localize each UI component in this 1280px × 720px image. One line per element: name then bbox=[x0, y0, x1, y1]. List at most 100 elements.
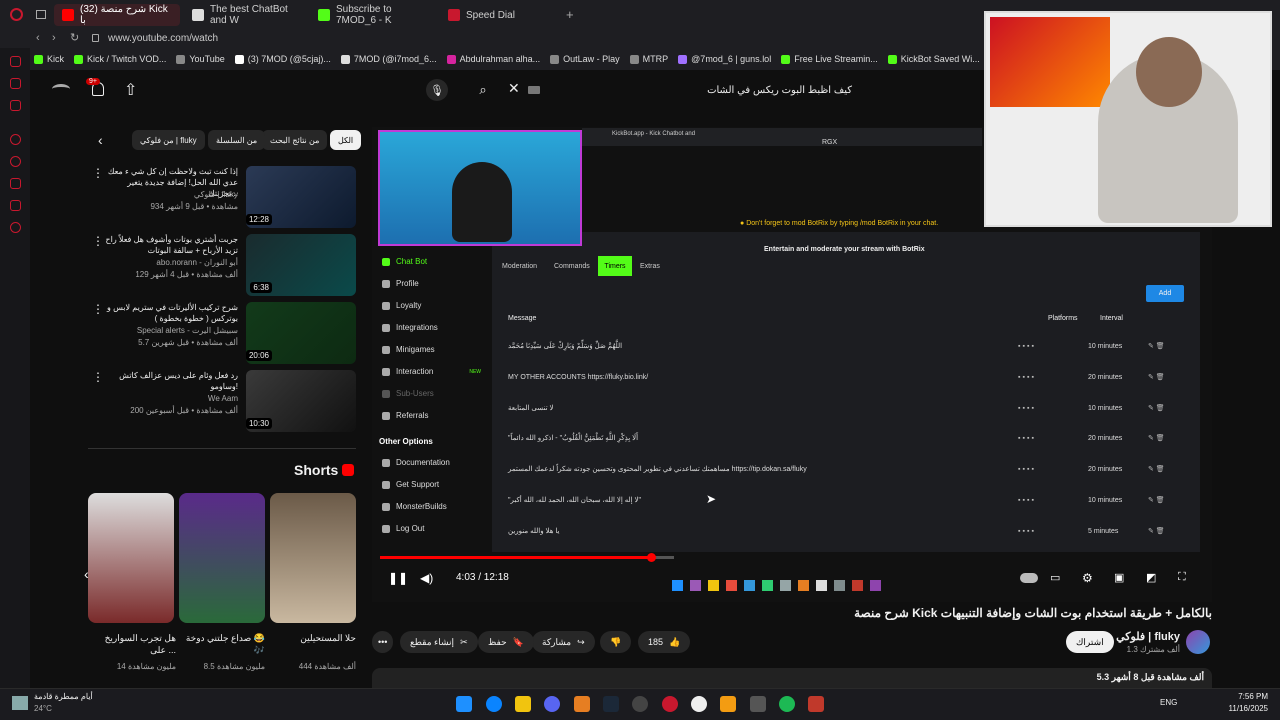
opera-icon[interactable] bbox=[662, 696, 678, 712]
short-title[interactable]: هل تجرب السواريخ على ... bbox=[90, 632, 176, 656]
new-tab-icon[interactable]: + bbox=[566, 7, 574, 22]
app-icon[interactable] bbox=[720, 696, 736, 712]
sidebar-item-loyalty[interactable]: Loyalty bbox=[382, 301, 421, 310]
sidebar-item-get-support[interactable]: Get Support bbox=[382, 480, 439, 489]
autoplay-toggle[interactable] bbox=[1020, 573, 1038, 583]
extensions-icon[interactable] bbox=[10, 200, 21, 211]
recommendation-item[interactable]: جربت أشتري بوتات وأشوف هل فعلاً راح تزيد… bbox=[92, 234, 356, 296]
sidebar-item-sub-users[interactable]: Sub-Users bbox=[382, 389, 434, 398]
subscribe-button[interactable]: اشتراك bbox=[1066, 631, 1114, 653]
bookmark-item[interactable]: OutLaw - Play bbox=[550, 54, 620, 64]
search-icon[interactable]: ⌕ bbox=[472, 79, 494, 101]
like-button[interactable]: 185 👍 bbox=[638, 631, 691, 653]
tab-menu-icon[interactable] bbox=[36, 10, 46, 19]
tab-timers[interactable]: Timers bbox=[598, 256, 632, 276]
sidebar-item-chat-bot[interactable]: Chat Bot bbox=[382, 257, 427, 266]
short-thumbnail[interactable] bbox=[270, 493, 356, 623]
chip-all[interactable]: الكل bbox=[330, 130, 362, 150]
microphone-icon[interactable]: 🎙 bbox=[426, 79, 448, 101]
player-icon[interactable] bbox=[10, 134, 21, 145]
clock-date[interactable]: 11/16/2025 bbox=[1222, 704, 1268, 713]
tab-extras[interactable]: Extras bbox=[640, 263, 660, 270]
app-icon[interactable] bbox=[808, 696, 824, 712]
bookmark-item[interactable]: MTRP bbox=[629, 54, 668, 64]
app-icon[interactable] bbox=[574, 696, 590, 712]
account-icon[interactable] bbox=[52, 84, 70, 94]
edit-delete-icons[interactable]: ✎ 🗑 bbox=[1148, 434, 1188, 442]
messenger-icon[interactable] bbox=[10, 78, 21, 89]
whatsapp-icon[interactable] bbox=[10, 100, 21, 111]
steam-icon[interactable] bbox=[603, 696, 619, 712]
more-actions-button[interactable]: ••• bbox=[372, 631, 394, 653]
settings-icon[interactable] bbox=[10, 222, 21, 233]
edit-delete-icons[interactable]: ✎ 🗑 bbox=[1148, 404, 1188, 412]
more-options-icon[interactable]: ⋮ bbox=[92, 370, 104, 384]
settings-icon[interactable]: ⚙ bbox=[1082, 571, 1096, 585]
subtitles-icon[interactable]: ▭ bbox=[1050, 571, 1064, 584]
share-button[interactable]: مشاركة ↪ bbox=[532, 631, 595, 653]
tab-botrix[interactable]: The best ChatBot and W bbox=[184, 4, 308, 26]
tab-moderation[interactable]: Moderation bbox=[502, 263, 537, 270]
more-options-icon[interactable]: ⋮ bbox=[92, 234, 104, 248]
edge-icon[interactable] bbox=[486, 696, 502, 712]
chip-search-results[interactable]: من نتائج البحث bbox=[262, 130, 328, 150]
edit-delete-icons[interactable]: ✎ 🗑 bbox=[1148, 496, 1188, 504]
tab-speed-dial[interactable]: Speed Dial bbox=[440, 4, 560, 26]
sidebar-item-documentation[interactable]: Documentation bbox=[382, 458, 450, 467]
fullscreen-icon[interactable]: ⛶ bbox=[1178, 571, 1192, 583]
upload-icon[interactable]: ⇧ bbox=[124, 80, 137, 100]
edit-delete-icons[interactable]: ✎ 🗑 bbox=[1148, 465, 1188, 473]
clock-time[interactable]: 7:56 PM bbox=[1222, 692, 1268, 701]
sidebar-item-integrations[interactable]: Integrations bbox=[382, 323, 438, 332]
shorts-scroll-left-icon[interactable]: ‹ bbox=[84, 566, 89, 582]
more-options-icon[interactable]: ⋮ bbox=[92, 166, 104, 180]
reload-icon[interactable]: ↻ bbox=[70, 31, 79, 44]
sidebar-item-referrals[interactable]: Referrals bbox=[382, 411, 428, 420]
tab-commands[interactable]: Commands bbox=[554, 263, 590, 270]
weather-icon[interactable] bbox=[12, 696, 28, 710]
short-title[interactable]: صداع جلتني دوخة 😂🎶 bbox=[179, 632, 265, 656]
edit-delete-icons[interactable]: ✎ 🗑 bbox=[1148, 342, 1188, 350]
language-indicator[interactable]: ENG bbox=[1160, 698, 1177, 707]
pause-icon[interactable]: ❚❚ bbox=[388, 571, 408, 585]
dislike-button[interactable]: 👎 bbox=[600, 631, 632, 653]
sidebar-item-minigames[interactable]: Minigames bbox=[382, 345, 435, 354]
sidebar-item-profile[interactable]: Profile bbox=[382, 279, 419, 288]
bookmark-item[interactable]: Kick bbox=[34, 54, 64, 64]
clip-button[interactable]: إنشاء مقطع ✂ bbox=[400, 631, 478, 653]
channel-name[interactable]: فلوكي | fluky bbox=[1110, 630, 1180, 643]
sidebar-item-log-out[interactable]: Log Out bbox=[382, 524, 424, 533]
miniplayer-icon[interactable]: ▣ bbox=[1114, 571, 1128, 584]
app-icon[interactable] bbox=[750, 696, 766, 712]
obs-icon[interactable] bbox=[632, 696, 648, 712]
short-title[interactable]: حلا المستحيلين bbox=[270, 632, 356, 644]
bookmark-item[interactable]: Abdulrahman alha... bbox=[446, 54, 540, 64]
history-icon[interactable] bbox=[10, 156, 21, 167]
bookmark-item[interactable]: Kick / Twitch VOD... bbox=[74, 54, 166, 64]
chip-channel[interactable]: من فلوكي | fluky bbox=[132, 130, 205, 150]
edit-delete-icons[interactable]: ✎ 🗑 bbox=[1148, 373, 1188, 381]
bookmark-item[interactable]: KickBot Saved Wi... bbox=[887, 54, 980, 64]
app-icon[interactable] bbox=[691, 696, 707, 712]
url-text[interactable]: www.youtube.com/watch bbox=[108, 33, 218, 44]
cast-icon[interactable]: ◩ bbox=[1146, 571, 1160, 584]
start-icon[interactable] bbox=[456, 696, 472, 712]
volume-icon[interactable]: ◀) bbox=[420, 571, 434, 585]
recommendation-item[interactable]: شرح تركيب الأليرتات في ستريم لابس و بوتر… bbox=[92, 302, 356, 364]
add-timer-button[interactable]: Add bbox=[1146, 285, 1184, 302]
sidebar-item-interaction[interactable]: Interaction NEW bbox=[382, 367, 481, 376]
back-icon[interactable]: ‹ bbox=[36, 32, 40, 44]
aria-icon[interactable] bbox=[10, 56, 21, 67]
file-explorer-icon[interactable] bbox=[515, 696, 531, 712]
sidebar-item-monsterbuilds[interactable]: MonsterBuilds bbox=[382, 502, 447, 511]
bookmark-item[interactable]: @7mod_6 | guns.lol bbox=[678, 54, 771, 64]
bookmark-item[interactable]: YouTube bbox=[176, 54, 225, 64]
spotify-icon[interactable] bbox=[779, 696, 795, 712]
opera-logo-icon[interactable] bbox=[10, 8, 23, 21]
channel-avatar[interactable] bbox=[1186, 630, 1210, 654]
short-thumbnail[interactable] bbox=[179, 493, 265, 623]
clear-search-icon[interactable]: ✕ bbox=[508, 80, 520, 97]
edit-delete-icons[interactable]: ✎ 🗑 bbox=[1148, 527, 1188, 535]
recommendation-item[interactable]: إذا كنت تبث ولاحظت إن كل شي ء معك عدي ال… bbox=[92, 166, 356, 228]
search-input[interactable]: كيف اظبط البوت ريكس في الشات bbox=[520, 79, 860, 101]
